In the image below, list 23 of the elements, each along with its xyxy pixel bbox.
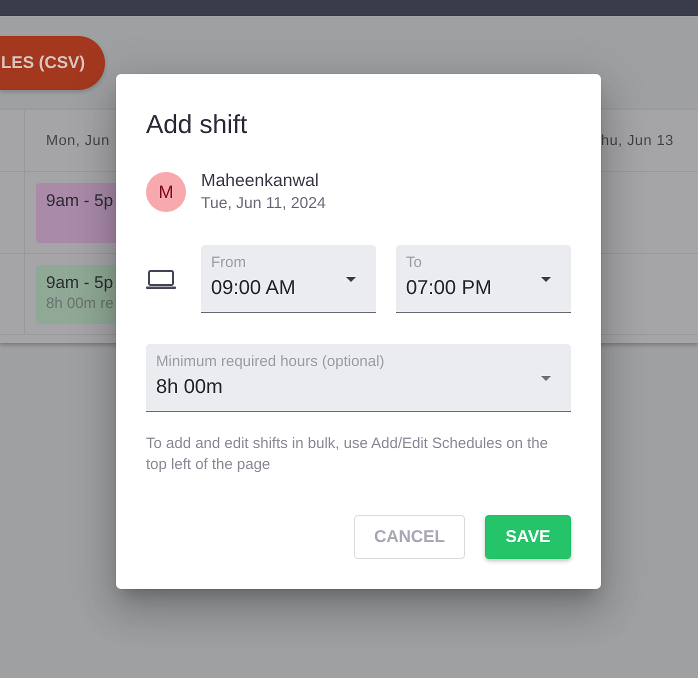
field-label: From [211,254,246,272]
laptop-icon [146,270,176,288]
export-button[interactable]: LES (CSV) [0,36,106,90]
caret-icon [346,277,356,282]
shift-time: 9am - 5p [46,272,114,294]
column-header: hu, Jun 13 [601,132,674,148]
time-select[interactable]: To 07:00 PM [396,245,571,313]
field-label: To [406,254,422,272]
shift-date: Tue, Jun 11, 2024 [201,194,326,214]
caret-icon [541,376,551,381]
shift-time: 9am - 5p [46,190,114,212]
field-value: 07:00 PM [406,276,492,300]
employee-name: Maheenkanwal [201,169,319,191]
field-value: 09:00 AM [211,276,296,300]
helper-text: To add and edit shifts in bulk, use Add/Edit Schedules on the top left of the page [146,434,549,475]
dialog-title: Add shift [146,109,248,139]
column-header: Mon, Jun [46,132,110,148]
field-label: Minimum required hours (optional) [156,353,384,371]
avatar: M [146,172,186,212]
time-select[interactable]: From 09:00 AM [201,245,376,313]
caret-icon [541,277,551,282]
field-value: 8h 00m [156,375,223,399]
hours-select[interactable]: Minimum required hours (optional) 8h 00m [146,344,571,412]
